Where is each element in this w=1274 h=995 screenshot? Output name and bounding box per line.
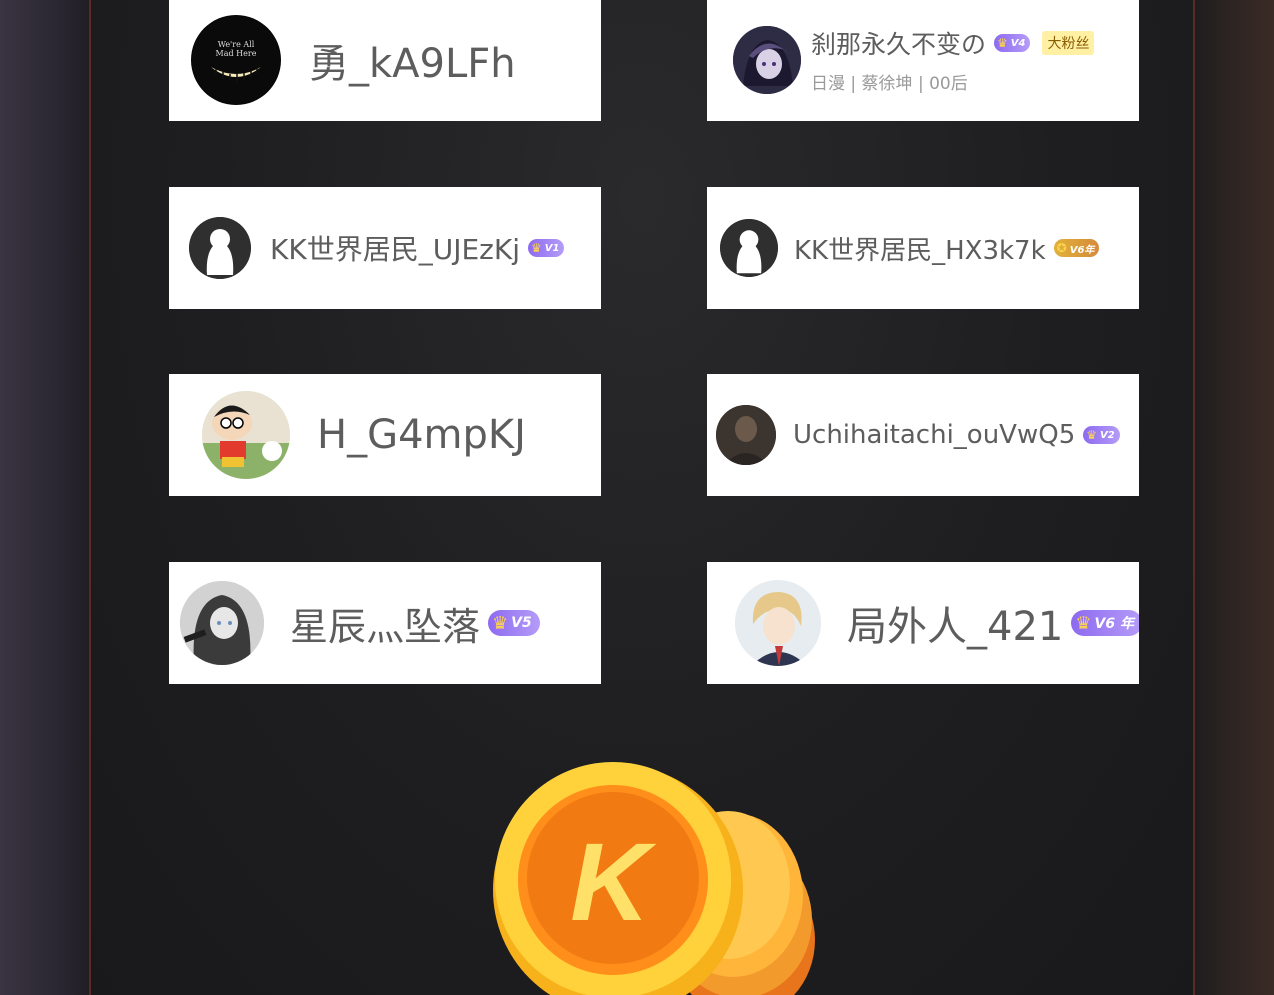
user-name: 刹那永久不变の bbox=[811, 30, 987, 59]
crayon-shin-avatar bbox=[202, 391, 290, 479]
coin-stack-icon: K bbox=[493, 762, 815, 995]
default-ghost-avatar bbox=[720, 219, 778, 277]
anime-girl-avatar bbox=[733, 25, 801, 94]
background-right bbox=[1192, 0, 1274, 995]
user-card[interactable]: 星辰灬坠落 ♛ V5 bbox=[169, 562, 601, 684]
user-card[interactable]: 局外人_421 ♛ V6 年 bbox=[707, 562, 1139, 684]
anime-girl-icon bbox=[733, 25, 801, 94]
user-name: 局外人_421 bbox=[847, 604, 1064, 650]
crown-icon: ♛ bbox=[1075, 612, 1092, 634]
user-name: 星辰灬坠落 bbox=[290, 604, 481, 649]
user-name: KK世界居民_UJEzKj bbox=[270, 233, 521, 266]
svg-text:Mad Here: Mad Here bbox=[216, 49, 257, 58]
portrait-icon bbox=[716, 405, 776, 465]
crown-icon: ♛ bbox=[492, 612, 509, 634]
vip-badge: ✪ V6年 bbox=[1053, 239, 1100, 257]
vip-badge: ♛ V6 年 bbox=[1071, 610, 1139, 636]
vip-badge: ♛ V1 bbox=[528, 239, 565, 257]
svg-text:K: K bbox=[570, 821, 657, 944]
blond-boy-icon bbox=[735, 580, 821, 666]
user-tags: 日漫 | 蔡徐坤 | 00后 bbox=[811, 74, 968, 94]
vip-badge: ♛ V4 bbox=[994, 34, 1031, 52]
ghost-icon bbox=[720, 219, 778, 277]
user-card[interactable]: We're All Mad Here 勇_kA9LFh bbox=[169, 0, 601, 121]
crown-icon: ♛ bbox=[531, 241, 542, 255]
user-card[interactable]: KK世界居民_UJEzKj ♛ V1 bbox=[169, 187, 601, 309]
crown-icon: ♛ bbox=[1086, 428, 1097, 442]
kk-coin-icon: K bbox=[488, 760, 818, 995]
user-name: KK世界居民_HX3k7k bbox=[794, 235, 1046, 266]
cartoon-boy-icon bbox=[202, 391, 290, 479]
dark-photo-avatar bbox=[716, 405, 776, 465]
background-left bbox=[0, 0, 90, 995]
user-name: H_G4mpKJ bbox=[317, 412, 526, 458]
user-card[interactable]: H_G4mpKJ bbox=[169, 374, 601, 496]
crown-icon: ♛ bbox=[997, 36, 1008, 50]
vip-badge: ♛ V2 bbox=[1083, 426, 1120, 444]
user-card[interactable]: 刹那永久不变の ♛ V4 大粉丝 日漫 | 蔡徐坤 | 00后 bbox=[707, 0, 1139, 121]
smile-grin-avatar: We're All Mad Here bbox=[191, 14, 281, 105]
sketch-girl-icon bbox=[180, 581, 264, 665]
fan-tag: 大粉丝 bbox=[1042, 31, 1095, 55]
user-name: 勇_kA9LFh bbox=[309, 40, 516, 87]
vip-badge: ♛ V5 bbox=[488, 610, 540, 636]
blond-anime-avatar bbox=[735, 580, 821, 666]
gray-anime-avatar bbox=[180, 581, 264, 665]
ghost-icon bbox=[189, 217, 251, 279]
grin-icon: We're All Mad Here bbox=[192, 15, 280, 104]
default-ghost-avatar bbox=[189, 217, 251, 279]
user-card[interactable]: Uchihaitachi_ouVwQ5 ♛ V2 bbox=[707, 374, 1139, 496]
user-card[interactable]: KK世界居民_HX3k7k ✪ V6年 bbox=[707, 187, 1139, 309]
medal-icon: ✪ bbox=[1056, 241, 1067, 255]
user-name: Uchihaitachi_ouVwQ5 bbox=[793, 420, 1076, 450]
svg-text:We're All: We're All bbox=[218, 40, 255, 49]
